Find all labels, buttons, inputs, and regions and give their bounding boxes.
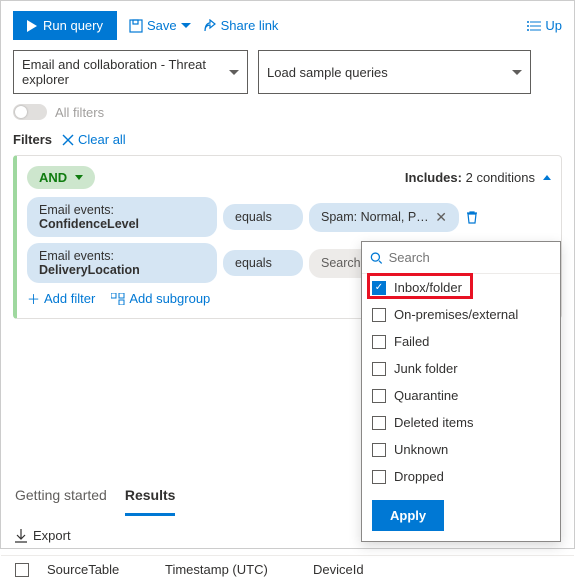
- tab-results[interactable]: Results: [125, 477, 176, 516]
- field-pill[interactable]: Email events: DeliveryLocation: [27, 243, 217, 283]
- clear-value-icon[interactable]: ✕: [435, 209, 447, 226]
- operator-pill[interactable]: equals: [223, 250, 303, 276]
- sample-queries-dropdown[interactable]: Load sample queries: [258, 50, 531, 94]
- checkbox-icon: [372, 470, 386, 484]
- download-icon: [15, 529, 27, 543]
- checkbox-icon: ✓: [372, 281, 386, 295]
- checkbox-icon: [372, 443, 386, 457]
- value-dropdown-panel: ✓Inbox/folder On-premises/external Faile…: [361, 241, 561, 542]
- option-failed[interactable]: Failed: [362, 328, 560, 355]
- chevron-down-icon: [181, 23, 191, 28]
- chevron-down-icon: [229, 70, 239, 75]
- run-label: Run query: [43, 18, 103, 33]
- all-filters-label: All filters: [55, 105, 104, 120]
- list-icon: [527, 20, 541, 32]
- share-link-button[interactable]: Share link: [203, 18, 279, 33]
- subgroup-icon: [111, 293, 125, 305]
- share-icon: [203, 19, 217, 33]
- checkbox-icon: [372, 308, 386, 322]
- clear-all-button[interactable]: Clear all: [62, 132, 126, 147]
- apply-button[interactable]: Apply: [372, 500, 444, 531]
- all-filters-toggle[interactable]: [13, 104, 47, 120]
- search-icon: [370, 251, 383, 265]
- save-button[interactable]: Save: [129, 18, 191, 33]
- results-table-header: SourceTable Timestamp (UTC) DeviceId: [1, 555, 574, 583]
- checkbox-icon: [372, 335, 386, 349]
- chevron-down-icon: [512, 70, 522, 75]
- dropdown-search[interactable]: [362, 242, 560, 274]
- column-header[interactable]: DeviceId: [313, 562, 364, 577]
- add-subgroup-button[interactable]: Add subgroup: [111, 291, 210, 306]
- column-header[interactable]: Timestamp (UTC): [165, 562, 295, 577]
- chevron-down-icon: [75, 175, 83, 180]
- option-quarantine[interactable]: Quarantine: [362, 382, 560, 409]
- logic-operator-pill[interactable]: AND: [27, 166, 95, 189]
- play-icon: [27, 20, 37, 32]
- option-unknown[interactable]: Unknown: [362, 436, 560, 463]
- select-all-checkbox[interactable]: [15, 563, 29, 577]
- checkbox-icon: [372, 389, 386, 403]
- run-query-button[interactable]: Run query: [13, 11, 117, 40]
- option-inbox-folder[interactable]: ✓Inbox/folder: [362, 274, 560, 301]
- option-deleted-items[interactable]: Deleted items: [362, 409, 560, 436]
- value-pill[interactable]: Spam: Normal, Phish: High ✕: [309, 203, 459, 232]
- checkbox-icon: [372, 362, 386, 376]
- checkbox-icon: [372, 416, 386, 430]
- plus-icon: ＋: [27, 289, 40, 308]
- save-icon: [129, 19, 143, 33]
- includes-label: Includes: 2 conditions: [405, 170, 535, 185]
- close-icon: [62, 134, 74, 146]
- add-filter-button[interactable]: ＋ Add filter: [27, 289, 95, 308]
- option-on-premises-external[interactable]: On-premises/external: [362, 301, 560, 328]
- condition-row: Email events: ConfidenceLevel equals Spa…: [27, 197, 551, 237]
- tab-getting-started[interactable]: Getting started: [15, 477, 107, 516]
- column-header[interactable]: SourceTable: [47, 562, 147, 577]
- scope-dropdown[interactable]: Email and collaboration - Threat explore…: [13, 50, 248, 94]
- dropdown-search-input[interactable]: [389, 250, 552, 265]
- operator-pill[interactable]: equals: [223, 204, 303, 230]
- option-junk-folder[interactable]: Junk folder: [362, 355, 560, 382]
- field-pill[interactable]: Email events: ConfidenceLevel: [27, 197, 217, 237]
- filters-heading: Filters: [13, 132, 52, 147]
- option-dropped[interactable]: Dropped: [362, 463, 560, 490]
- chevron-up-icon[interactable]: [543, 175, 551, 180]
- delete-row-icon[interactable]: [465, 210, 479, 224]
- up-button[interactable]: Up: [527, 18, 562, 33]
